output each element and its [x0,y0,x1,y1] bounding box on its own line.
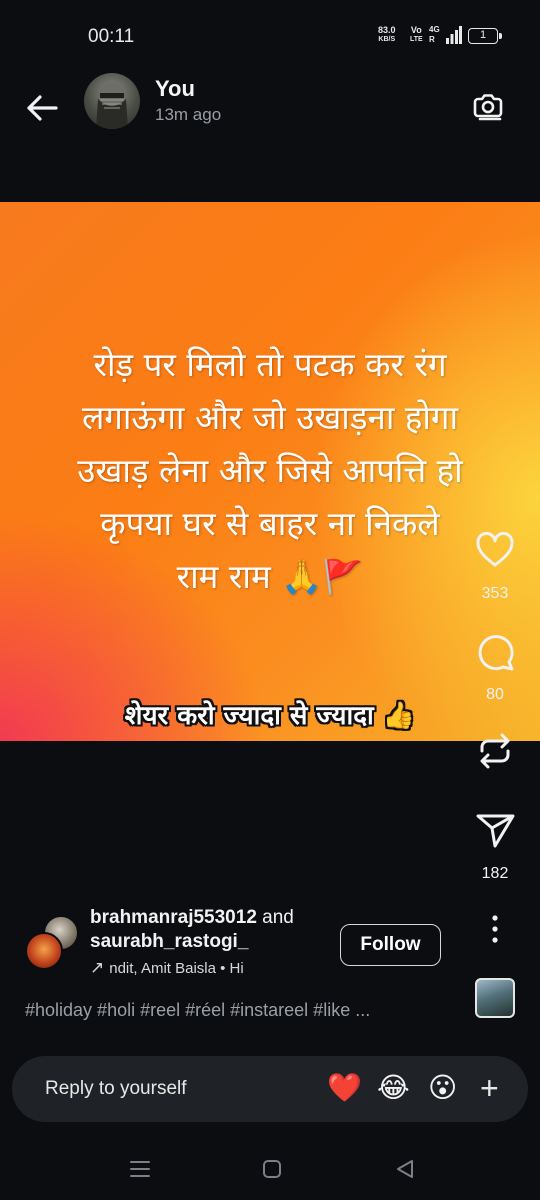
repost-icon[interactable] [473,729,517,773]
post-time: 13m ago [155,105,222,124]
comment-icon[interactable] [473,630,517,674]
account-name[interactable]: brahmanraj553012 [90,907,257,928]
post-quote: रोड़ पर मिलो तो पटक कर रंग लगाऊंगा और जो… [0,338,540,603]
reply-input[interactable]: Reply to yourself [45,1078,187,1100]
system-nav-bar [0,1140,540,1200]
surprised-emoji-reaction[interactable]: 😮 [428,1070,457,1106]
signal-bars-icon [446,26,462,44]
audio-thumbnail[interactable] [475,978,515,1018]
heart-emoji-reaction[interactable]: ❤️ [327,1070,362,1106]
network-type-indicator: 4G R [429,25,440,44]
send-icon[interactable] [473,808,517,852]
quote-line: लगाऊंगा और जो उखाड़ना होगा [81,398,459,437]
back-nav-icon[interactable] [390,1156,420,1182]
battery-icon: 1 [468,28,502,44]
post-hashtags[interactable]: #holiday #holi #reel #réel #instareel #l… [25,1000,465,1021]
status-time: 00:11 [88,26,135,47]
volte-indicator: Vo LTE [410,25,423,43]
avatar-image [96,82,128,129]
follow-button[interactable]: Follow [340,924,441,966]
username[interactable]: You [155,76,195,102]
home-icon[interactable] [257,1156,287,1182]
audio-attribution[interactable]: ↗ ndit, Amit Baisla • Hi [90,958,295,978]
network-speed: 83.0 KB/S [378,25,396,43]
camera-icon[interactable] [470,88,506,124]
avatar [25,932,63,970]
status-bar: 00:11 83.0 KB/S Vo LTE 4G R 1 [0,0,540,70]
reply-bar[interactable]: Reply to yourself ❤️ 😂 😮 + [12,1056,528,1122]
more-options-icon[interactable] [488,913,502,945]
avatar[interactable] [84,73,140,129]
collab-accounts[interactable]: brahmanraj553012 and saurabh_rastogi_ [90,906,294,954]
post-image[interactable]: रोड़ पर मिलो तो पटक कर रंग लगाऊंगा और जो… [0,202,540,741]
quote-line: उखाड़ लेना और जिसे आपत्ति हो [77,451,463,490]
add-reaction-icon[interactable]: + [480,1070,499,1106]
heart-icon[interactable] [473,528,517,572]
recent-apps-icon[interactable] [125,1156,155,1182]
collab-avatars[interactable] [25,915,81,971]
laughing-emoji-reaction[interactable]: 😂 [377,1070,410,1106]
quote-line: राम राम 🙏🚩 [176,557,364,596]
share-cta-text: शेयर करो ज्यादा से ज्यादा 👍 [124,701,416,731]
quote-line: रोड़ पर मिलो तो पटक कर रंग [93,345,447,384]
share-count: 182 [481,865,509,882]
like-count: 353 [481,585,509,602]
account-name[interactable]: saurabh_rastogi_ [90,931,248,952]
quote-line: कृपया घर से बाहर ना निकले [100,504,440,543]
audio-arrow-icon: ↗ [90,958,105,977]
comment-count: 80 [486,686,504,703]
arrow-left-icon[interactable] [22,88,62,128]
